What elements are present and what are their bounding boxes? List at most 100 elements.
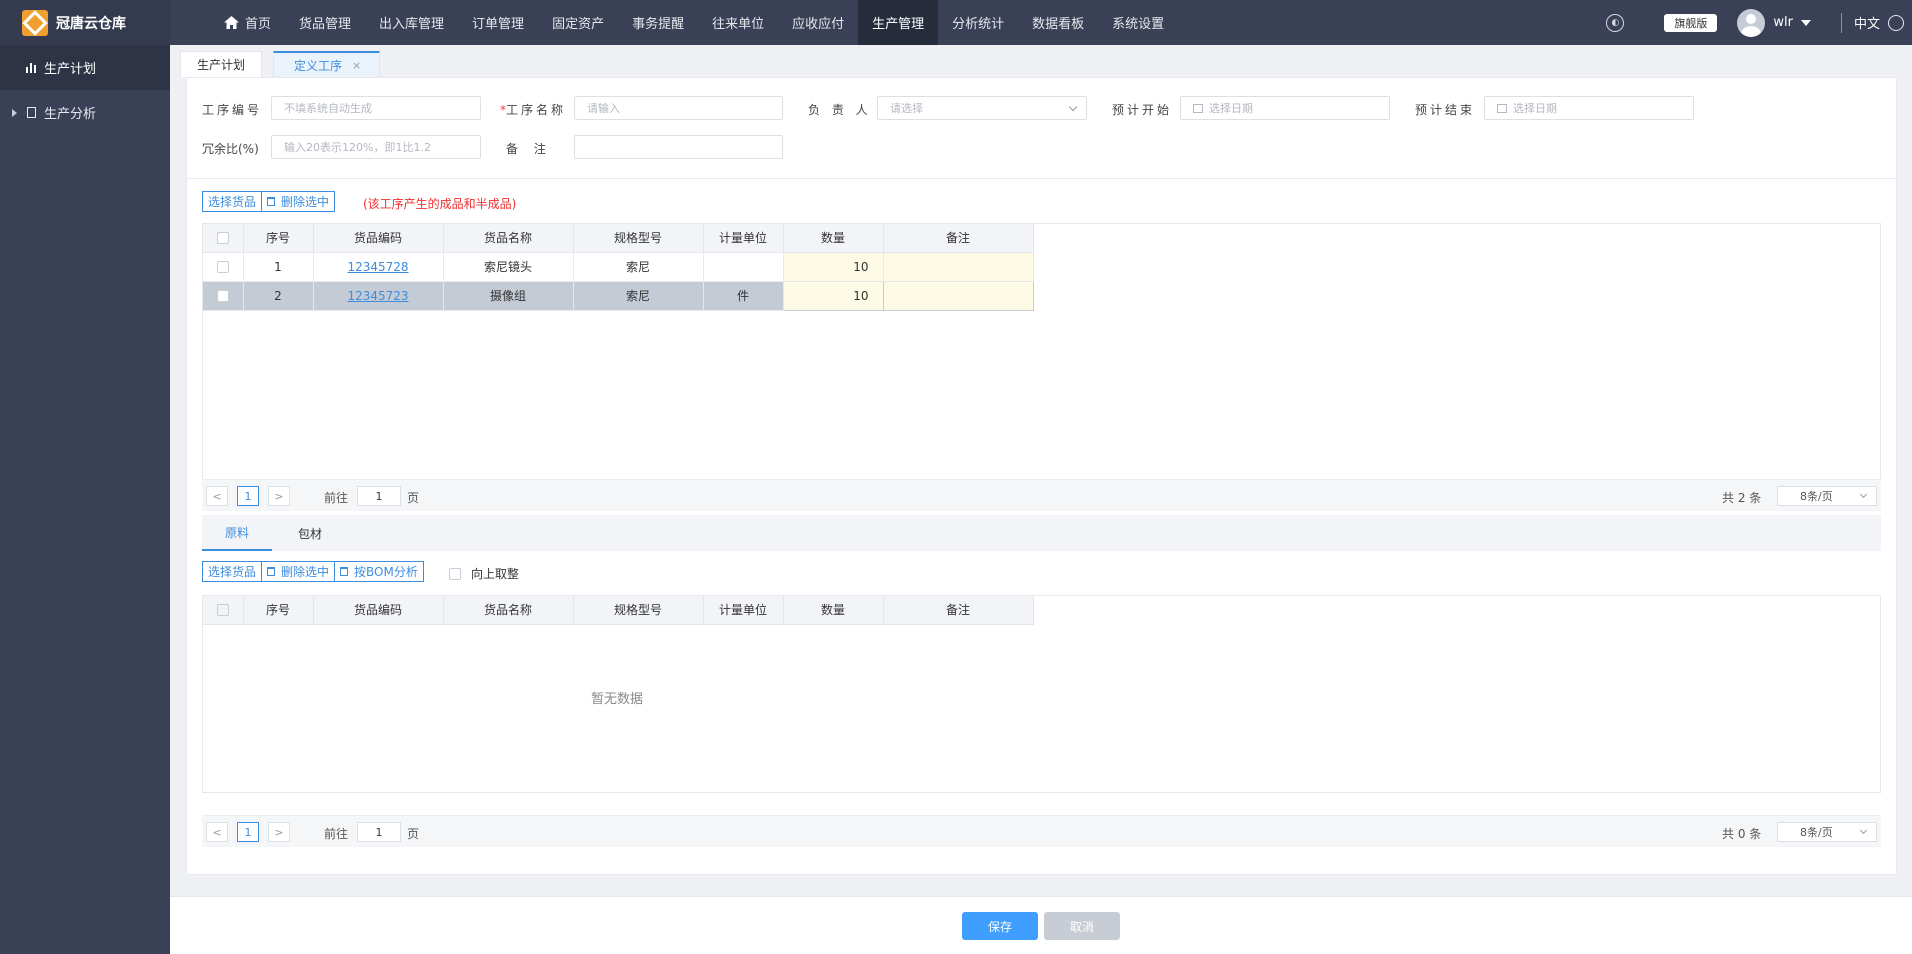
delete-selected-button[interactable]: 删除选中 xyxy=(262,191,336,212)
select-goods-button[interactable]: 选择货品 xyxy=(202,561,263,582)
avatar[interactable] xyxy=(1737,8,1766,37)
process-no-input[interactable]: 不填系统自动生成 xyxy=(271,96,481,120)
delete-selected-button[interactable]: 删除选中 xyxy=(262,561,336,582)
nav-reminders[interactable]: 事务提醒 xyxy=(618,0,698,45)
row-code-cell: 12345723 xyxy=(313,281,444,311)
remark-input[interactable] xyxy=(574,135,783,159)
page-number-button[interactable]: 1 xyxy=(237,486,259,506)
nav-orders[interactable]: 订单管理 xyxy=(458,0,538,45)
close-icon[interactable]: × xyxy=(352,59,361,72)
plan-start-datepicker[interactable]: 选择日期 xyxy=(1180,96,1390,120)
row-remark-input[interactable] xyxy=(883,252,1034,282)
row-qty-input[interactable]: 10 xyxy=(782,280,884,311)
plan-end-datepicker[interactable]: 选择日期 xyxy=(1484,96,1694,120)
calendar-icon xyxy=(1193,103,1203,113)
row-unit: 件 xyxy=(703,281,784,311)
page-size-select[interactable]: 8条/页 xyxy=(1777,486,1877,506)
nav-receivables[interactable]: 应收应付 xyxy=(778,0,858,45)
table-row[interactable]: 1 12345728 索尼镜头 索尼 10 xyxy=(203,252,1034,282)
row-checkbox[interactable] xyxy=(216,261,229,273)
nav-production[interactable]: 生产管理 xyxy=(858,0,939,45)
owner-select[interactable]: 请选择 xyxy=(877,96,1087,120)
globe-icon[interactable] xyxy=(1888,14,1904,31)
round-up-checkbox[interactable]: 向上取整 xyxy=(449,565,519,582)
row-name: 索尼镜头 xyxy=(443,252,574,282)
column-header: 序号 xyxy=(243,224,314,253)
sidebar-item-production-analysis[interactable]: 生产分析 xyxy=(0,90,170,135)
bom-label: 按BOM分析 xyxy=(354,565,418,579)
bom-icon xyxy=(340,567,349,576)
process-no-label: 工序编号 xyxy=(202,103,263,117)
select-all-checkbox[interactable] xyxy=(216,604,229,617)
username[interactable]: wlr xyxy=(1773,15,1793,30)
column-header: 计量单位 xyxy=(703,596,784,625)
process-name-input[interactable]: 请输入 xyxy=(574,96,783,120)
page-tabs: 生产计划 定义工序 × xyxy=(170,45,1912,77)
row-qty-input[interactable]: 10 xyxy=(783,252,884,282)
nav-dashboard[interactable]: 数据看板 xyxy=(1018,0,1098,45)
trash-icon xyxy=(267,197,276,206)
page-number-button[interactable]: 1 xyxy=(237,822,259,842)
goto-prefix: 前往 xyxy=(324,491,349,505)
cancel-button[interactable]: 取消 xyxy=(1044,912,1120,940)
total-count: 共 0 条 xyxy=(1722,827,1762,841)
remark-label-text: 备 注 xyxy=(506,142,552,156)
tab-production-plan[interactable]: 生产计划 xyxy=(180,51,263,77)
row-no: 2 xyxy=(243,281,314,311)
tab-label: 定义工序 xyxy=(294,58,343,73)
calendar-icon xyxy=(1497,103,1507,113)
select-all-checkbox[interactable] xyxy=(216,232,229,245)
goods-code-link[interactable]: 12345728 xyxy=(347,260,408,274)
goods-code-link[interactable]: 12345723 xyxy=(347,289,408,303)
bom-analysis-button[interactable]: 按BOM分析 xyxy=(335,561,424,582)
tab-define-process[interactable]: 定义工序 × xyxy=(273,51,381,77)
empty-state-text: 暂无数据 xyxy=(591,692,644,707)
nav-inout[interactable]: 出入库管理 xyxy=(365,0,458,45)
nav-assets[interactable]: 固定资产 xyxy=(538,0,618,45)
owner-label: 负 责 人 xyxy=(808,101,872,118)
page-size-select[interactable]: 8条/页 xyxy=(1777,822,1877,842)
chevron-down-icon xyxy=(1068,102,1078,112)
redundancy-input[interactable]: 输入20表示120%，即1比1.2 xyxy=(271,135,481,159)
tab-raw-material[interactable]: 原料 xyxy=(202,515,272,551)
sidebar-item-label: 生产分析 xyxy=(44,107,97,122)
main-nav: 首页 货品管理 出入库管理 订单管理 固定资产 事务提醒 往来单位 应收应付 生… xyxy=(210,0,1178,45)
nav-goods[interactable]: 货品管理 xyxy=(285,0,365,45)
nav-settings[interactable]: 系统设置 xyxy=(1098,0,1178,45)
nav-analytics[interactable]: 分析统计 xyxy=(938,0,1018,45)
column-header: 货品编码 xyxy=(313,224,444,253)
service-icon[interactable]: ◐ xyxy=(1606,13,1625,32)
chevron-down-icon[interactable] xyxy=(1800,19,1811,26)
plan-end-label: 预计结束 xyxy=(1415,103,1476,117)
table-header-row: 序号 货品编码 货品名称 规格型号 计量单位 数量 备注 xyxy=(203,596,1034,625)
tab-packaging[interactable]: 包材 xyxy=(282,515,338,551)
chevron-down-icon xyxy=(1859,490,1868,499)
row-checkbox[interactable] xyxy=(216,290,229,302)
language-switch[interactable]: 中文 xyxy=(1854,13,1880,32)
row-select-cell xyxy=(203,281,244,311)
row-remark-input[interactable] xyxy=(882,280,1034,311)
sidebar-item-production-plan[interactable]: 生产计划 xyxy=(0,45,170,90)
delete-label: 删除选中 xyxy=(281,565,330,579)
round-up-box[interactable] xyxy=(449,567,461,580)
column-header: 数量 xyxy=(783,224,884,253)
next-page-button[interactable]: > xyxy=(268,822,290,842)
tab-label: 生产计划 xyxy=(197,58,246,72)
goto-page-input[interactable]: 1 xyxy=(357,486,401,506)
table-row[interactable]: 2 12345723 摄像组 索尼 件 10 xyxy=(203,280,1034,311)
goto-prefix: 前往 xyxy=(324,827,349,841)
materials-table-area: 序号 货品编码 货品名称 规格型号 计量单位 数量 备注 暂无数据 xyxy=(202,595,1881,793)
nav-partners[interactable]: 往来单位 xyxy=(698,0,778,45)
save-button[interactable]: 保存 xyxy=(962,912,1038,940)
round-up-label: 向上取整 xyxy=(471,567,520,581)
app-logo[interactable]: 冠唐云仓库 xyxy=(0,0,170,45)
next-page-button[interactable]: > xyxy=(268,486,290,506)
materials-table: 序号 货品编码 货品名称 规格型号 计量单位 数量 备注 xyxy=(203,596,1034,625)
form-footer: 保存 取消 xyxy=(170,896,1912,954)
prev-page-button[interactable]: < xyxy=(206,486,228,506)
prev-page-button[interactable]: < xyxy=(206,822,228,842)
goto-page-input[interactable]: 1 xyxy=(357,822,401,842)
delete-label: 删除选中 xyxy=(281,195,330,209)
nav-home[interactable]: 首页 xyxy=(210,0,285,45)
select-goods-button[interactable]: 选择货品 xyxy=(202,191,263,212)
